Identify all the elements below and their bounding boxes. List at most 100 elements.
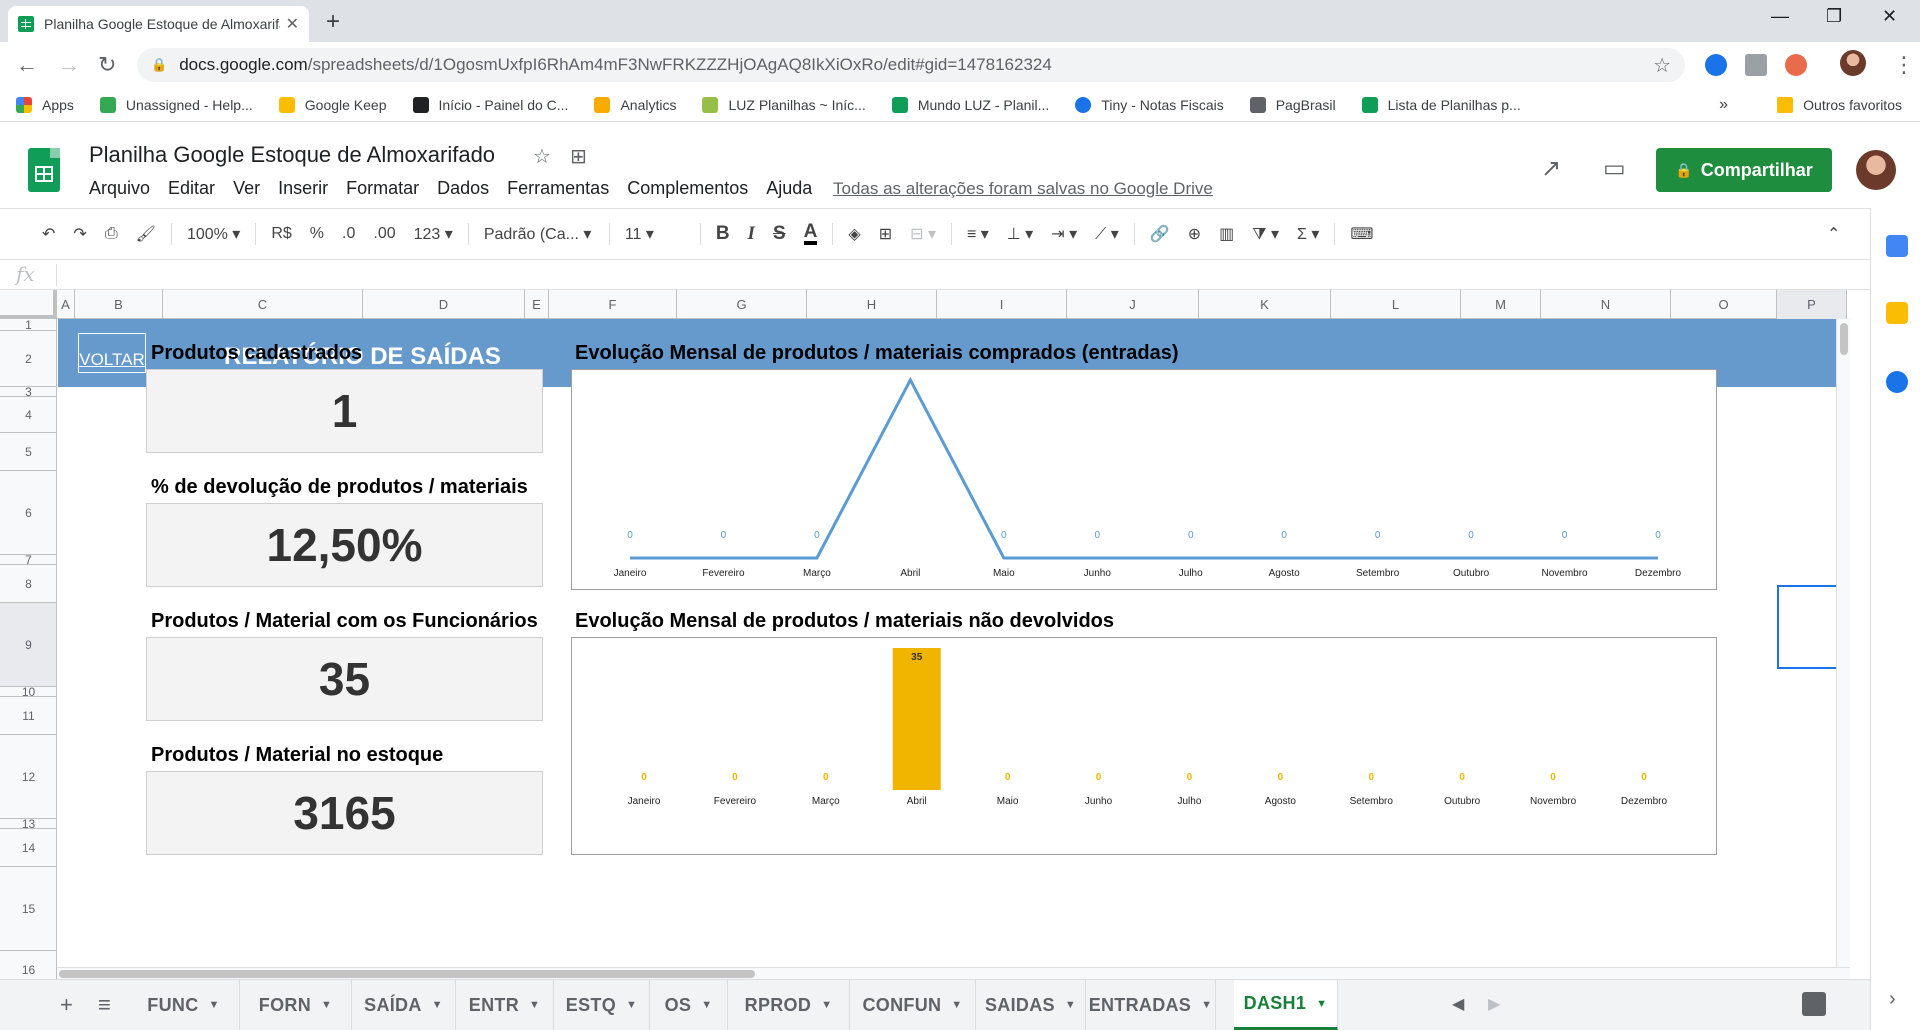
vertical-scroll-thumb[interactable] <box>1840 323 1848 355</box>
keep-icon[interactable] <box>1886 302 1908 324</box>
bookmark-mundo-luz[interactable]: Mundo LUZ - Planil... <box>891 96 1049 113</box>
bold-icon[interactable]: B <box>716 223 730 245</box>
collapse-toolbar-icon[interactable]: ⌃ <box>1827 224 1840 244</box>
increase-decimals-button[interactable]: .00 <box>373 225 395 243</box>
notes-extension-icon[interactable] <box>1745 54 1767 76</box>
add-sheet-icon[interactable]: + <box>60 992 73 1018</box>
close-tab-icon[interactable]: ✕ <box>286 14 299 34</box>
sheet-tab-menu-icon[interactable]: ▼ <box>1201 999 1212 1011</box>
password-extension-icon[interactable] <box>1705 54 1727 76</box>
back-icon[interactable]: ← <box>16 52 38 78</box>
calendar-icon[interactable] <box>1886 235 1908 257</box>
column-header-o[interactable]: O <box>1671 290 1777 319</box>
more-formats-button[interactable]: 123 ▾ <box>414 224 453 244</box>
kpi-value-produtos-cadastrados[interactable]: 1 <box>146 369 543 453</box>
close-window-icon[interactable]: ✕ <box>1882 6 1897 27</box>
select-all-corner[interactable] <box>0 290 57 319</box>
sheet-tab-menu-icon[interactable]: ▼ <box>626 999 637 1011</box>
bookmark-apps[interactable]: Apps <box>16 96 74 113</box>
sheet-tab-saída[interactable]: SAÍDA ▼ <box>352 980 456 1030</box>
horizontal-scrollbar[interactable] <box>57 967 1850 979</box>
font-select[interactable]: Padrão (Ca... ▾ <box>484 224 594 244</box>
fill-color-icon[interactable]: ◈ <box>848 224 860 244</box>
other-bookmarks[interactable]: Outros favoritos <box>1777 96 1902 113</box>
star-icon[interactable]: ☆ <box>533 144 551 169</box>
sheet-tab-menu-icon[interactable]: ▼ <box>321 999 332 1011</box>
sheet-tab-confun[interactable]: CONFUN ▼ <box>850 980 976 1030</box>
print-icon[interactable]: ⎙ <box>105 225 118 243</box>
italic-icon[interactable]: I <box>748 223 755 245</box>
reload-icon[interactable]: ↻ <box>98 52 116 78</box>
bookmark-luz-planilhas[interactable]: LUZ Planilhas ~ Iníc... <box>702 96 866 113</box>
insert-comment-icon[interactable]: ⊕ <box>1188 224 1201 244</box>
document-title[interactable]: Planilha Google Estoque de Almoxarifado <box>89 142 495 168</box>
forward-icon[interactable]: → <box>58 52 80 78</box>
bookmark-tiny[interactable]: Tiny - Notas Fiscais <box>1075 96 1224 113</box>
menu-complementos[interactable]: Complementos <box>627 178 748 199</box>
row-header-6[interactable]: 6 <box>0 471 56 555</box>
sheet-tab-forn[interactable]: FORN ▼ <box>240 980 352 1030</box>
activity-trend-icon[interactable]: ↗ <box>1541 154 1561 183</box>
browser-menu-icon[interactable]: ⋮ <box>1893 52 1915 78</box>
decrease-decimals-button[interactable]: .0 <box>342 225 355 243</box>
sheet-tab-saidas[interactable]: SAIDAS ▼ <box>976 980 1086 1030</box>
sheet-tab-menu-icon[interactable]: ▼ <box>701 999 712 1011</box>
kpi-value-com-funcionarios[interactable]: 35 <box>146 637 543 721</box>
restore-icon[interactable]: ❐ <box>1826 6 1842 27</box>
scroll-tabs-left-icon[interactable]: ◀ <box>1452 994 1464 1014</box>
merge-cells-icon[interactable]: ⊟ ▾ <box>910 224 936 244</box>
column-header-a[interactable]: A <box>57 290 75 319</box>
horizontal-scroll-thumb[interactable] <box>59 970 755 978</box>
vertical-scrollbar[interactable] <box>1836 319 1850 979</box>
column-header-e[interactable]: E <box>525 290 549 319</box>
menu-formatar[interactable]: Formatar <box>346 178 419 199</box>
vertical-align-icon[interactable]: ⊥ ▾ <box>1007 224 1033 244</box>
bar-chart-nao-devolvidos[interactable]: 0 Janeiro 0 Fevereiro 0 Março 35 Abril 0 Maio 0 Jun… <box>571 637 1717 855</box>
sheet-tab-menu-icon[interactable]: ▼ <box>821 999 832 1011</box>
text-rotation-icon[interactable]: ⟋ ▾ <box>1095 224 1119 244</box>
all-sheets-icon[interactable]: ≡ <box>98 992 111 1018</box>
percent-format-button[interactable]: % <box>310 225 324 243</box>
row-header-4[interactable]: 4 <box>0 397 56 433</box>
scroll-tabs-right-icon[interactable]: ▶ <box>1488 994 1500 1014</box>
row-header-16[interactable]: 16 <box>0 951 56 979</box>
row-header-12[interactable]: 12 <box>0 735 56 819</box>
sheet-tab-menu-icon[interactable]: ▼ <box>951 999 962 1011</box>
account-avatar[interactable] <box>1856 150 1896 190</box>
menu-ajuda[interactable]: Ajuda <box>766 178 812 199</box>
share-button[interactable]: 🔒 Compartilhar <box>1656 148 1832 192</box>
browser-tab[interactable]: Planilha Google Estoque de Almoxarifado … <box>8 6 309 42</box>
voltar-link[interactable]: VOLTAR <box>78 333 146 373</box>
new-tab-icon[interactable]: + <box>326 8 340 36</box>
font-size-select[interactable]: 11 ▾ <box>625 224 685 244</box>
row-header-5[interactable]: 5 <box>0 433 56 471</box>
text-color-icon[interactable]: A <box>803 222 818 245</box>
undo-icon[interactable]: ↶ <box>42 224 55 244</box>
menu-editar[interactable]: Editar <box>168 178 215 199</box>
column-header-c[interactable]: C <box>163 290 363 319</box>
formula-bar[interactable]: fx <box>0 260 1870 290</box>
sheet-tab-entr[interactable]: ENTR ▼ <box>456 980 554 1030</box>
sheet-tab-estq[interactable]: ESTQ ▼ <box>554 980 650 1030</box>
row-header-15[interactable]: 15 <box>0 867 56 951</box>
column-header-p[interactable]: P <box>1777 290 1847 319</box>
row-header-7[interactable]: 7 <box>0 555 56 565</box>
insert-chart-icon[interactable]: ▥ <box>1219 224 1234 244</box>
kpi-value-percentual-devolucao[interactable]: 12,50% <box>146 503 543 587</box>
filter-icon[interactable]: ⧩ ▾ <box>1252 224 1279 244</box>
horizontal-align-icon[interactable]: ≡ ▾ <box>967 224 989 244</box>
column-header-b[interactable]: B <box>75 290 163 319</box>
row-header-3[interactable]: 3 <box>0 387 56 397</box>
sheet-tab-entradas[interactable]: ENTRADAS ▼ <box>1086 980 1216 1030</box>
explore-icon[interactable] <box>1802 992 1826 1016</box>
address-bar[interactable]: 🔒 docs.google.com/spreadsheets/d/1OgosmU… <box>137 48 1685 82</box>
bookmark-pagbrasil[interactable]: PagBrasil <box>1249 96 1336 113</box>
move-folder-icon[interactable]: ⊞ <box>570 144 587 169</box>
row-header-8[interactable]: 8 <box>0 565 56 603</box>
sheet-tab-menu-icon[interactable]: ▼ <box>209 999 220 1011</box>
bookmark-painel[interactable]: Início - Painel do C... <box>412 96 568 113</box>
borders-icon[interactable]: ⊞ <box>879 224 892 244</box>
sheet-tab-func[interactable]: FUNC ▼ <box>128 980 240 1030</box>
bookmark-lista-planilhas[interactable]: Lista de Planilhas p... <box>1361 96 1521 113</box>
paint-format-icon[interactable]: 🖌 <box>136 224 156 244</box>
